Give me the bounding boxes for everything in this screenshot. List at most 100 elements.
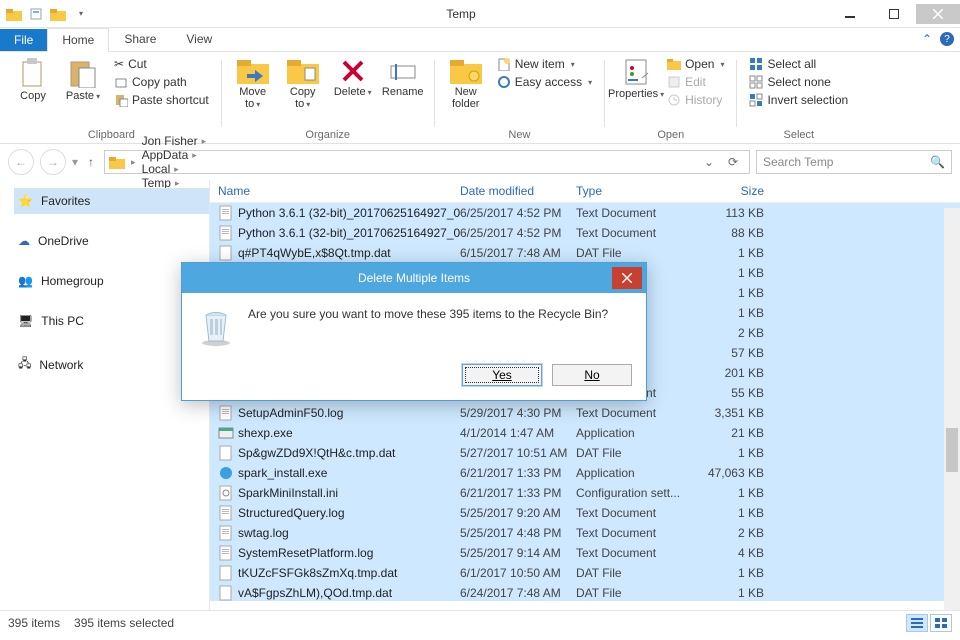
cut-icon: ✂ xyxy=(114,57,124,71)
dialog-yes-button[interactable]: Yes xyxy=(462,364,542,386)
status-selected-count: 395 items selected xyxy=(74,616,174,630)
tab-view[interactable]: View xyxy=(171,27,227,51)
file-type: Application xyxy=(576,466,694,480)
view-large-icons-button[interactable] xyxy=(930,614,952,632)
file-row[interactable]: SparkMiniInstall.ini6/21/2017 1:33 PMCon… xyxy=(210,483,960,503)
paste-shortcut-button[interactable]: Paste shortcut xyxy=(110,92,213,108)
recent-locations-dropdown[interactable]: ▾ xyxy=(72,155,78,169)
file-row[interactable]: StructuredQuery.log5/25/2017 9:20 AMText… xyxy=(210,503,960,523)
close-button[interactable] xyxy=(916,4,960,24)
minimize-button[interactable] xyxy=(828,4,872,24)
paste-button[interactable]: Paste xyxy=(60,56,106,103)
back-button[interactable]: ← xyxy=(8,149,34,175)
dialog-title: Delete Multiple Items xyxy=(358,271,470,285)
select-none-button[interactable]: Select none xyxy=(745,74,852,90)
up-button[interactable]: ↑ xyxy=(84,155,98,169)
column-size[interactable]: Size xyxy=(694,184,764,198)
forward-button[interactable]: → xyxy=(40,149,66,175)
tab-share[interactable]: Share xyxy=(109,27,171,51)
dialog-no-button[interactable]: No xyxy=(552,364,632,386)
address-bar[interactable]: ▸ Jon Fisher▸AppData▸Local▸Temp▸ ⌄ ⟳ xyxy=(104,150,750,174)
delete-button[interactable]: Delete xyxy=(330,56,376,99)
paste-shortcut-icon xyxy=(114,93,128,107)
group-label-new: New xyxy=(508,128,530,143)
file-icon xyxy=(218,525,234,541)
file-type: Application xyxy=(576,426,694,440)
group-select: Select all Select none Invert selection … xyxy=(741,56,856,143)
breadcrumb-segment[interactable]: AppData▸ xyxy=(142,148,211,162)
file-row[interactable]: SystemResetPlatform.log5/25/2017 9:14 AM… xyxy=(210,543,960,563)
file-icon xyxy=(218,585,234,601)
window-title: Temp xyxy=(94,7,828,21)
new-folder-button[interactable]: New folder xyxy=(443,56,489,110)
help-icon[interactable]: ? xyxy=(940,32,954,46)
copy-button[interactable]: Copy xyxy=(10,56,56,102)
open-button[interactable]: Open xyxy=(663,56,728,72)
file-type: Configuration sett... xyxy=(576,486,694,500)
column-name[interactable]: Name xyxy=(218,184,460,198)
qat-new-folder-icon[interactable] xyxy=(48,4,68,24)
file-row[interactable]: Sp&gwZDd9X!QtH&c.tmp.dat5/27/2017 10:51 … xyxy=(210,443,960,463)
properties-button[interactable]: Properties xyxy=(613,56,659,101)
file-row[interactable]: SetupAdminF50.log5/29/2017 4:30 PMText D… xyxy=(210,403,960,423)
history-button[interactable]: History xyxy=(663,92,728,108)
scrollbar-thumb[interactable] xyxy=(946,428,958,472)
file-size: 1 KB xyxy=(694,586,764,600)
file-size: 57 KB xyxy=(694,346,764,360)
column-date[interactable]: Date modified xyxy=(460,184,576,198)
refresh-button[interactable]: ⟳ xyxy=(721,151,745,173)
file-icon xyxy=(218,205,234,221)
file-row[interactable]: Python 3.6.1 (32-bit)_20170625164927_01.… xyxy=(210,223,960,243)
file-row[interactable]: tKUZcFSFGk8sZmXq.tmp.dat6/1/2017 10:50 A… xyxy=(210,563,960,583)
nav-onedrive[interactable]: ☁OneDrive xyxy=(14,228,209,254)
file-size: 1 KB xyxy=(694,486,764,500)
minimize-ribbon-icon[interactable]: ⌃ xyxy=(922,32,932,46)
dialog-title-bar[interactable]: Delete Multiple Items xyxy=(182,263,646,293)
tab-home[interactable]: Home xyxy=(47,28,109,52)
select-all-button[interactable]: Select all xyxy=(745,56,852,72)
cut-button[interactable]: ✂Cut xyxy=(110,56,213,72)
scrollbar[interactable] xyxy=(944,208,960,610)
search-box[interactable]: Search Temp 🔍 xyxy=(756,150,952,174)
invert-selection-button[interactable]: Invert selection xyxy=(745,92,852,108)
breadcrumb-segment[interactable]: Jon Fisher▸ xyxy=(142,134,211,148)
file-row[interactable]: spark_install.exe6/21/2017 1:33 PMApplic… xyxy=(210,463,960,483)
window-controls xyxy=(828,4,960,24)
breadcrumb-segment[interactable]: Local▸ xyxy=(142,162,211,176)
file-menu-tab[interactable]: File xyxy=(0,29,47,51)
file-row[interactable]: swtag.log5/25/2017 4:48 PMText Document2… xyxy=(210,523,960,543)
nav-homegroup[interactable]: 👥Homegroup xyxy=(14,268,209,294)
view-details-button[interactable] xyxy=(906,614,928,632)
maximize-button[interactable] xyxy=(872,4,916,24)
status-item-count: 395 items xyxy=(8,616,60,630)
file-name: SparkMiniInstall.ini xyxy=(238,486,338,500)
file-icon xyxy=(218,225,234,241)
qat-properties-icon[interactable] xyxy=(26,4,46,24)
dialog-close-button[interactable] xyxy=(612,267,642,289)
select-none-icon xyxy=(749,75,763,89)
copy-to-icon xyxy=(287,58,319,84)
file-row[interactable]: Python 3.6.1 (32-bit)_20170625164927_00.… xyxy=(210,203,960,223)
nav-network[interactable]: 🖧Network xyxy=(14,348,209,381)
move-to-button[interactable]: Move to xyxy=(230,56,276,111)
file-row[interactable]: vA$FgpsZhLM),QOd.tmp.dat6/24/2017 7:48 A… xyxy=(210,583,960,601)
file-date: 5/25/2017 4:48 PM xyxy=(460,526,576,540)
file-row[interactable]: q#PT4qWybE,x$8Qt.tmp.dat6/15/2017 7:48 A… xyxy=(210,243,960,263)
column-type[interactable]: Type xyxy=(576,184,694,198)
rename-icon xyxy=(389,58,417,84)
file-row[interactable]: shexp.exe4/1/2014 1:47 AMApplication21 K… xyxy=(210,423,960,443)
new-item-button[interactable]: New item xyxy=(493,56,596,72)
qat-customize-dropdown[interactable] xyxy=(70,4,90,24)
edit-button[interactable]: Edit xyxy=(663,74,728,90)
nav-favorites[interactable]: ⭐Favorites xyxy=(14,188,209,214)
address-dropdown[interactable]: ⌄ xyxy=(697,151,721,173)
copy-path-button[interactable]: Copy path xyxy=(110,74,213,90)
navigation-bar: ← → ▾ ↑ ▸ Jon Fisher▸AppData▸Local▸Temp▸… xyxy=(0,144,960,180)
easy-access-button[interactable]: Easy access xyxy=(493,74,596,90)
file-icon xyxy=(218,405,234,421)
file-icon xyxy=(218,465,234,481)
nav-this-pc[interactable]: 🖥This PC xyxy=(14,308,209,334)
copy-to-button[interactable]: Copy to xyxy=(280,56,326,111)
rename-button[interactable]: Rename xyxy=(380,56,426,98)
search-placeholder: Search Temp xyxy=(763,155,833,169)
